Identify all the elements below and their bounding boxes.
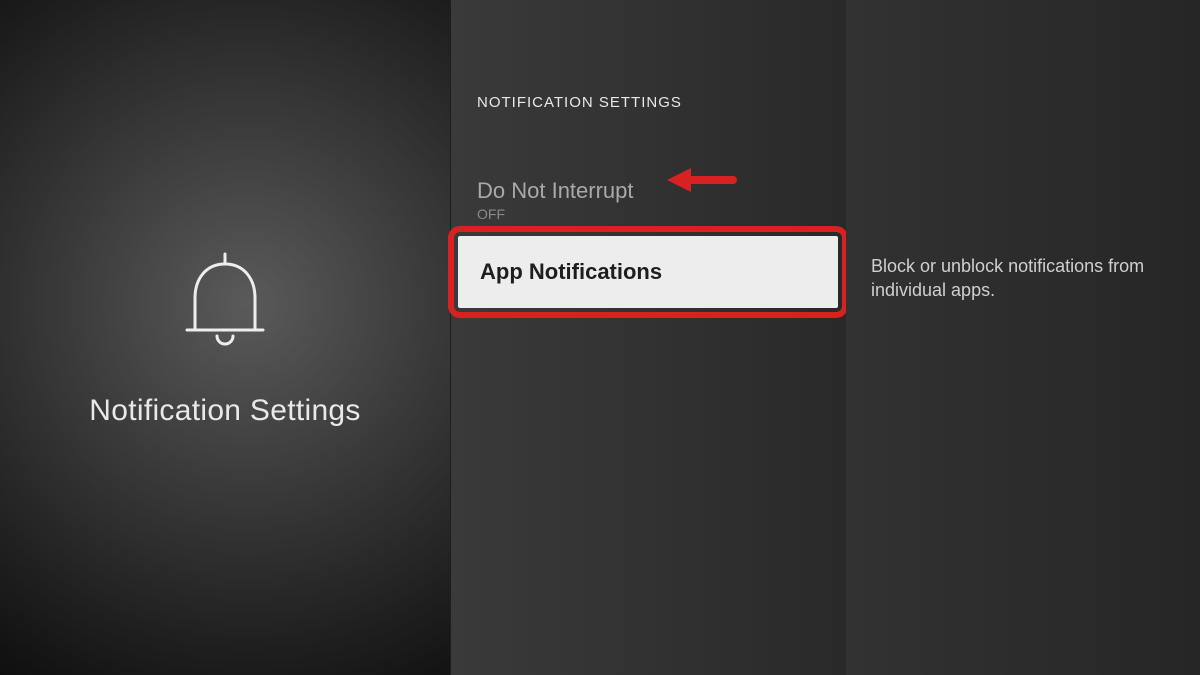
menu-item-value: OFF [477, 206, 819, 222]
annotation-highlight-box: App Notifications [448, 226, 848, 318]
menu-item-app-notifications[interactable]: App Notifications [458, 236, 838, 308]
settings-menu-pane: NOTIFICATION SETTINGS Do Not Interrupt O… [450, 0, 846, 675]
item-description: Block or unblock notifications from indi… [871, 254, 1170, 303]
menu-item-label: Do Not Interrupt [477, 178, 819, 204]
description-pane: Block or unblock notifications from indi… [846, 0, 1200, 675]
menu-header: NOTIFICATION SETTINGS [477, 94, 682, 111]
bell-icon [165, 238, 285, 358]
category-title: Notification Settings [89, 394, 360, 428]
menu-list: Do Not Interrupt OFF App Notifications [451, 170, 845, 230]
menu-item-label: App Notifications [480, 259, 662, 285]
category-summary-pane: Notification Settings [0, 0, 450, 675]
menu-item-do-not-interrupt[interactable]: Do Not Interrupt OFF [451, 170, 845, 230]
